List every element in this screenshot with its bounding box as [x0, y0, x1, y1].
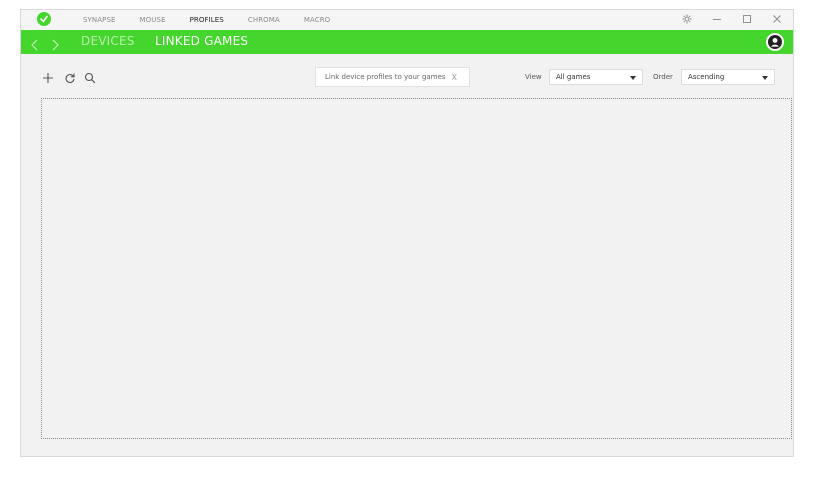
razer-logo-icon[interactable]: [37, 12, 51, 26]
back-arrow-icon[interactable]: [30, 36, 40, 51]
tab-macro[interactable]: MACRO: [304, 16, 330, 24]
user-avatar-icon[interactable]: [766, 33, 784, 51]
settings-icon[interactable]: [681, 12, 693, 26]
main-tabs: SYNAPSE MOUSE PROFILES CHROMA MACRO: [83, 10, 354, 30]
tab-chroma[interactable]: CHROMA: [248, 16, 280, 24]
order-select[interactable]: Ascending: [681, 69, 775, 85]
search-icon[interactable]: [83, 71, 97, 85]
view-label: View: [525, 73, 542, 81]
link-profiles-hint: Link device profiles to your games X: [315, 67, 470, 87]
hint-text: Link device profiles to your games: [325, 73, 446, 81]
close-icon[interactable]: [771, 12, 783, 26]
chevron-down-icon: [762, 76, 768, 80]
chevron-down-icon: [630, 76, 636, 80]
minimize-icon[interactable]: [711, 12, 723, 26]
order-select-value: Ascending: [688, 73, 725, 81]
sub-navigation-bar: DEVICES LINKED GAMES: [21, 30, 793, 54]
view-select[interactable]: All games: [549, 69, 643, 85]
order-label: Order: [653, 73, 673, 81]
linked-games-area[interactable]: [41, 98, 792, 439]
hint-close-button[interactable]: X: [451, 73, 456, 82]
tab-mouse[interactable]: MOUSE: [140, 16, 166, 24]
maximize-icon[interactable]: [741, 12, 753, 26]
tab-profiles[interactable]: PROFILES: [190, 16, 224, 24]
view-select-value: All games: [556, 73, 591, 81]
tab-synapse[interactable]: SYNAPSE: [83, 16, 116, 24]
add-icon[interactable]: [41, 71, 55, 85]
synapse-window: SYNAPSE MOUSE PROFILES CHROMA MACRO DEVI…: [20, 9, 794, 457]
window-controls: [681, 12, 783, 26]
nav-linked-games[interactable]: LINKED GAMES: [155, 34, 248, 48]
title-bar: SYNAPSE MOUSE PROFILES CHROMA MACRO: [21, 10, 793, 30]
refresh-icon[interactable]: [63, 71, 77, 85]
forward-arrow-icon[interactable]: [50, 36, 60, 51]
nav-devices[interactable]: DEVICES: [81, 34, 135, 48]
